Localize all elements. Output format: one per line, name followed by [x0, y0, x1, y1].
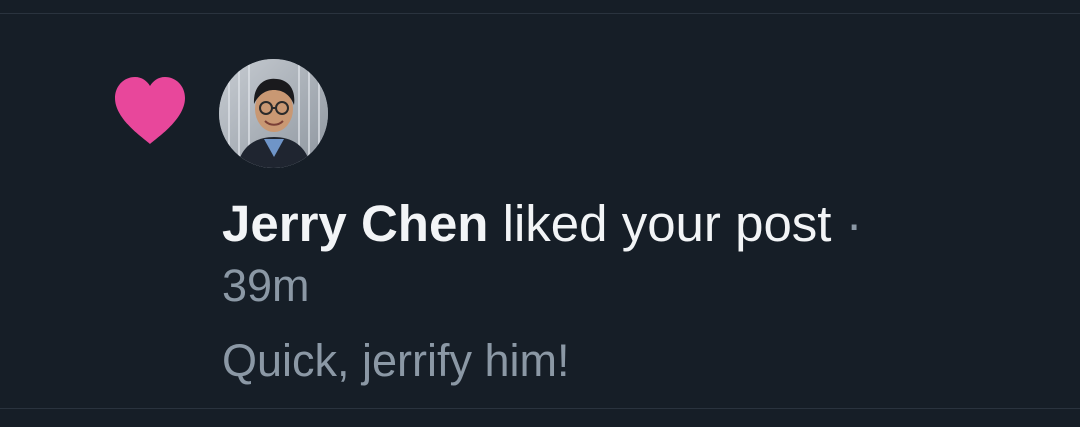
post-snippet[interactable]: Quick, jerrify him!: [222, 333, 570, 389]
avatar[interactable]: [219, 59, 328, 168]
timestamp: 39m: [222, 260, 310, 311]
actor-name[interactable]: Jerry Chen: [222, 195, 488, 252]
heart-icon: [111, 74, 189, 146]
notification-action: liked your post: [488, 195, 846, 252]
divider-bottom: [0, 408, 1080, 409]
notification-headline: Jerry Chen liked your post ·: [222, 194, 1042, 254]
separator-dot: ·: [845, 195, 863, 252]
like-notification[interactable]: Jerry Chen liked your post · 39m Quick, …: [0, 14, 1080, 408]
